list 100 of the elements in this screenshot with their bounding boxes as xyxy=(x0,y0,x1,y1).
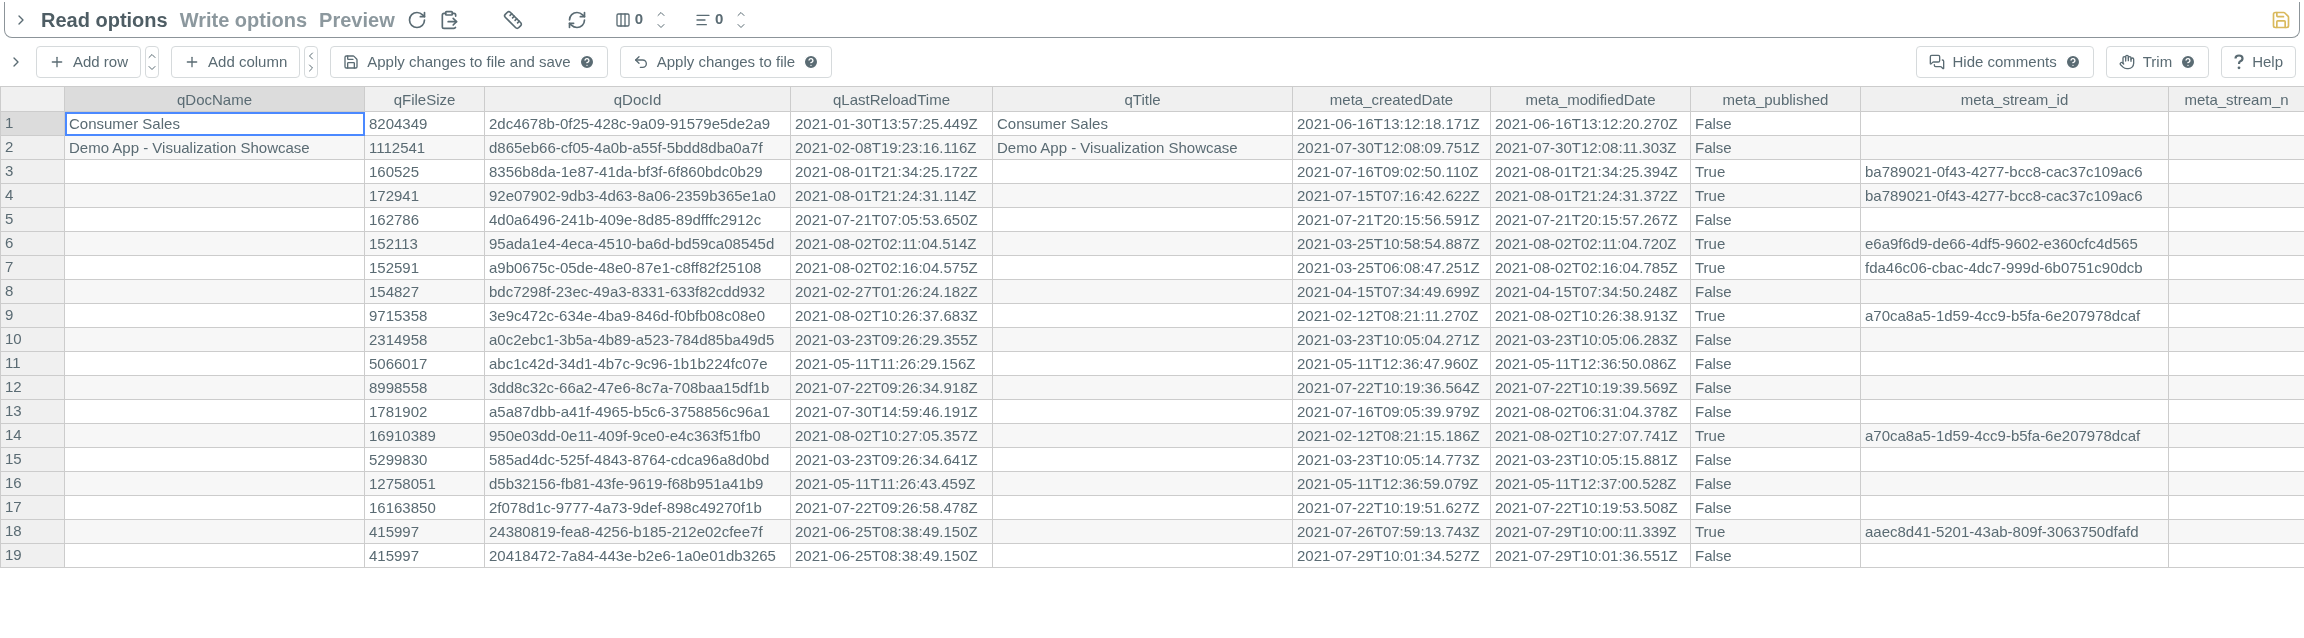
table-cell: 2021-03-23T10:05:15.881Z xyxy=(1495,451,1678,468)
table-cell: 2021-03-23T09:26:29.355Z xyxy=(795,331,978,348)
row-number[interactable]: 16 xyxy=(0,471,65,496)
row-number[interactable]: 15 xyxy=(0,447,65,472)
table-cell: False xyxy=(1695,403,1732,420)
table-cell: False xyxy=(1695,331,1732,348)
row-number[interactable]: 5 xyxy=(0,207,65,232)
table-cell: a0c2ebc1-3b5a-4b89-a523-784d85ba49d5 xyxy=(489,331,775,348)
row-number[interactable]: 19 xyxy=(0,543,65,568)
table-cell: 2021-05-11T11:26:43.459Z xyxy=(795,475,976,492)
table-cell: 2021-04-15T07:34:50.248Z xyxy=(1495,283,1678,300)
add-row-button[interactable]: Add row xyxy=(36,46,142,78)
help-icon xyxy=(2064,54,2081,70)
row-number[interactable]: 4 xyxy=(0,183,65,208)
trim-button[interactable]: Trim xyxy=(2105,46,2210,78)
table-cell: 2021-07-21T07:05:53.650Z xyxy=(795,211,978,228)
table-cell: 2021-07-15T07:16:42.622Z xyxy=(1297,187,1480,204)
table-cell: 2021-08-02T02:11:04.514Z xyxy=(795,235,977,252)
row-number[interactable]: 12 xyxy=(0,375,65,400)
row-number[interactable]: 3 xyxy=(0,159,65,184)
comments-button[interactable]: Hide comments xyxy=(1915,46,2094,78)
row-number[interactable]: 6 xyxy=(0,231,65,256)
table-cell: 1781902 xyxy=(369,403,428,420)
options-tab[interactable]: Read options xyxy=(41,4,168,35)
row-number[interactable]: 17 xyxy=(0,495,65,520)
column-header[interactable]: qFileSize xyxy=(364,86,485,112)
table-cell: 415997 xyxy=(369,523,420,540)
row-number[interactable]: 2 xyxy=(0,135,65,160)
help-icon xyxy=(803,54,820,70)
column-header[interactable]: meta_stream_id xyxy=(1860,86,2169,112)
add-column-button[interactable]: Add column xyxy=(171,46,301,78)
table-cell: 2021-07-22T10:19:36.564Z xyxy=(1297,379,1480,396)
row-number[interactable]: 14 xyxy=(0,423,65,448)
table-cell: 2021-07-22T10:19:39.569Z xyxy=(1495,379,1678,396)
table-cell: Demo App - Visualization Showcase xyxy=(69,139,310,156)
table-cell: 2021-08-01T21:24:31.372Z xyxy=(1495,187,1678,204)
counter-value: 0 xyxy=(634,9,644,30)
help-button[interactable]: Help xyxy=(2221,46,2296,78)
options-tab[interactable]: Write options xyxy=(179,4,308,35)
table-cell: 2021-08-02T02:16:04.785Z xyxy=(1495,259,1678,276)
table-cell: 2021-07-30T12:08:09.751Z xyxy=(1297,139,1480,156)
column-header[interactable]: qDocId xyxy=(484,86,791,112)
table-cell: 2021-08-02T02:11:04.720Z xyxy=(1495,235,1677,252)
table-cell: ba789021-0f43-4277-bcc8-cac37c109ac6 xyxy=(1865,163,2143,180)
table-cell: 2021-07-21T20:15:57.267Z xyxy=(1495,211,1678,228)
table-cell: 2021-03-23T10:05:14.773Z xyxy=(1297,451,1480,468)
table-cell: 2021-07-16T09:05:39.979Z xyxy=(1297,403,1480,420)
table-cell: 2021-06-16T13:12:20.270Z xyxy=(1495,115,1678,132)
apply-button[interactable]: Apply changes to file xyxy=(619,46,833,78)
table-cell: 2021-07-22T09:26:34.918Z xyxy=(795,379,978,396)
table-cell: 172941 xyxy=(369,187,420,204)
row-number[interactable]: 10 xyxy=(0,327,65,352)
save-icon xyxy=(343,54,360,70)
table-cell: 95ada1e4-4eca-4510-ba6d-bd59ca08545d xyxy=(489,235,775,252)
options-tab[interactable]: Preview xyxy=(319,4,395,35)
hand-icon xyxy=(2118,54,2135,70)
column-header[interactable]: meta_published xyxy=(1690,86,1861,112)
table-cell: 2021-07-29T10:01:36.551Z xyxy=(1495,547,1678,564)
columns-icon xyxy=(614,11,631,28)
table-cell: d5b32156-fb81-43fe-9619-f68b951a41b9 xyxy=(489,475,764,492)
row-number[interactable]: 11 xyxy=(0,351,65,376)
table-cell: 5299830 xyxy=(369,451,428,468)
row-number[interactable]: 9 xyxy=(0,303,65,328)
table-cell: Consumer Sales xyxy=(997,115,1108,132)
column-header[interactable]: meta_stream_n xyxy=(2168,86,2304,112)
column-header[interactable]: meta_modifiedDate xyxy=(1490,86,1691,112)
table-cell: 2021-03-23T10:05:04.271Z xyxy=(1297,331,1480,348)
column-header[interactable]: meta_createdDate xyxy=(1292,86,1491,112)
table-cell: 2021-07-22T09:26:58.478Z xyxy=(795,499,978,516)
table-cell: False xyxy=(1695,451,1732,468)
table-cell: 2021-08-02T10:26:37.683Z xyxy=(795,307,978,324)
comments-icon xyxy=(1928,54,1945,70)
table-cell: False xyxy=(1695,355,1732,372)
row-number[interactable]: 7 xyxy=(0,255,65,280)
row-number[interactable]: 1 xyxy=(0,111,65,136)
row-number[interactable]: 18 xyxy=(0,519,65,544)
table-cell: 2f078d1c-9777-4a73-9def-898c49270f1b xyxy=(489,499,762,516)
column-header[interactable]: qDocName xyxy=(64,86,365,112)
row-number[interactable]: 13 xyxy=(0,399,65,424)
table-cell: 2021-05-11T12:36:59.079Z xyxy=(1297,475,1479,492)
ruler-icon[interactable] xyxy=(502,9,523,30)
table-cell: False xyxy=(1695,379,1732,396)
counter-value: 0 xyxy=(715,9,724,30)
sync-icon[interactable] xyxy=(566,9,587,30)
table-cell: 2021-07-16T09:02:50.110Z xyxy=(1297,163,1479,180)
table-cell: 2314958 xyxy=(369,331,428,348)
table-cell: False xyxy=(1695,139,1732,156)
table-cell: 2021-03-23T10:05:06.283Z xyxy=(1495,331,1678,348)
table-cell: 92e07902-9db3-4d63-8a06-2359b365e1a0 xyxy=(489,187,776,204)
apply-save-button[interactable]: Apply changes to file and save xyxy=(330,46,608,78)
column-header[interactable]: qLastReloadTime xyxy=(790,86,993,112)
table-cell: 152113 xyxy=(369,235,418,252)
column-header[interactable]: qTitle xyxy=(992,86,1293,112)
table-cell: 2021-07-26T07:59:13.743Z xyxy=(1297,523,1480,540)
row-number[interactable]: 8 xyxy=(0,279,65,304)
table-cell: 3dd8c32c-66a2-47e6-8c7a-708baa15df1b xyxy=(489,379,770,396)
reload-icon[interactable] xyxy=(406,9,427,30)
table-cell: 5066017 xyxy=(369,355,428,372)
table-cell: a9b0675c-05de-48e0-87e1-c8ff82f25108 xyxy=(489,259,762,276)
table-cell: fda46c06-cbac-4dc7-999d-6b0751c90dcb xyxy=(1865,259,2143,276)
